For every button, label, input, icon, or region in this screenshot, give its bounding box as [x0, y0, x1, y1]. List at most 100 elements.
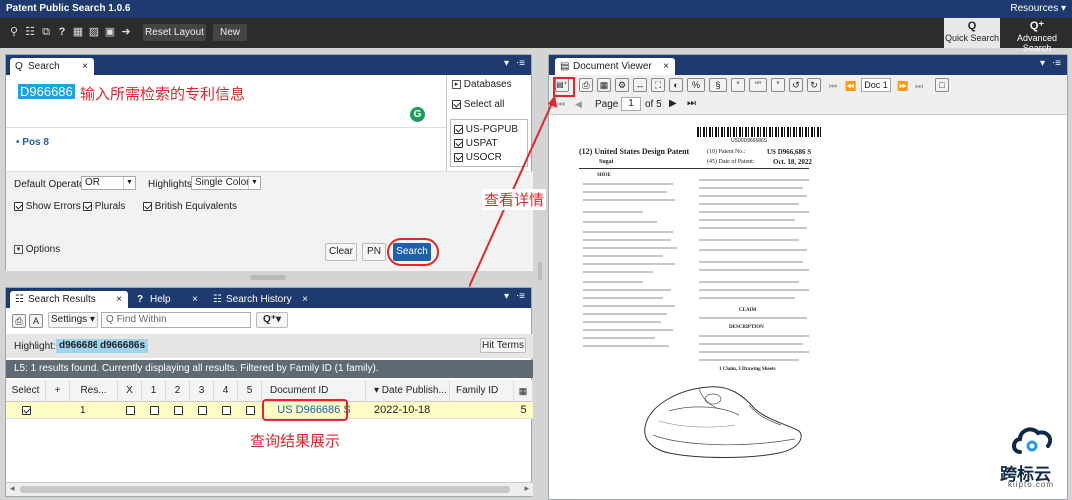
tab-search[interactable]: Q Search × — [10, 58, 94, 75]
viewer-tab-label: Document Viewer — [573, 61, 652, 72]
column-family-id[interactable]: Family ID — [450, 380, 514, 402]
document-icon[interactable]: ▣ — [104, 26, 116, 39]
highlight-term[interactable]: d966686 — [56, 339, 102, 353]
text-line — [699, 359, 799, 361]
scroll-right-icon[interactable]: ▸ — [524, 483, 529, 494]
next-page-icon[interactable]: ▶ — [669, 98, 677, 109]
find-within-input[interactable]: Q Find Within — [101, 312, 251, 328]
databases-header[interactable]: ▸ Databases — [452, 79, 512, 90]
last-doc-icon[interactable]: ⏭ — [915, 81, 923, 92]
tab-help[interactable]: ? Help × — [132, 291, 204, 308]
row-x-checkbox[interactable] — [118, 402, 142, 419]
quick-find-button[interactable]: Q⁺▾ — [256, 312, 288, 328]
column-date-published[interactable]: ▾ Date Publish... — [366, 380, 450, 402]
copy-icon[interactable]: ⧉ — [40, 26, 52, 39]
contrast-icon[interactable]: ◐ — [669, 78, 683, 92]
next-doc-icon[interactable]: ⏩ — [897, 81, 908, 92]
row-1-checkbox[interactable] — [142, 402, 166, 419]
column-add[interactable]: + — [46, 380, 70, 402]
column-select[interactable]: Select — [6, 380, 46, 402]
column-x[interactable]: X — [118, 380, 142, 402]
results-list-icon: ☷ — [15, 294, 24, 305]
close-quote-icon[interactable]: ” — [771, 78, 785, 92]
reset-layout-button[interactable]: Reset Layout — [143, 24, 206, 41]
close-icon[interactable]: × — [663, 58, 669, 75]
new-button[interactable]: New — [213, 24, 247, 41]
column-picker-icon[interactable]: ▦ — [514, 380, 533, 402]
scrollbar-thumb[interactable] — [20, 486, 510, 493]
default-operator-select[interactable]: OR ▼ — [81, 176, 136, 190]
row-4-checkbox[interactable] — [214, 402, 238, 419]
section-icon[interactable]: § — [709, 78, 727, 92]
note-icon[interactable]: ▨ — [88, 26, 100, 39]
advanced-magnifier-icon: Q⁺ — [1029, 20, 1045, 32]
tab-document-viewer[interactable]: ▤ Document Viewer × — [555, 58, 675, 75]
hit-terms-button[interactable]: Hit Terms — [480, 338, 526, 353]
splitter-handle[interactable] — [250, 275, 286, 280]
rotate-left-icon[interactable]: ↺ — [789, 78, 803, 92]
quote-pair-icon[interactable]: “” — [749, 78, 767, 92]
text-line — [699, 317, 807, 319]
close-icon[interactable]: × — [116, 291, 122, 308]
column-5[interactable]: 5 — [238, 380, 262, 402]
list-search-icon[interactable]: ☷ — [24, 26, 36, 39]
row-5-checkbox[interactable] — [238, 402, 262, 419]
panel-menu-icon[interactable]: ⋅≡ — [1052, 58, 1061, 69]
scroll-left-icon[interactable]: ◂ — [10, 483, 15, 494]
close-icon[interactable]: × — [82, 58, 88, 75]
last-page-icon[interactable]: ⏭ — [687, 98, 696, 109]
page-input[interactable]: 1 — [621, 97, 641, 111]
percent-icon[interactable]: % — [687, 78, 705, 92]
horizontal-scrollbar[interactable]: ◂ ▸ — [6, 482, 533, 496]
settings-gear-icon[interactable]: ⚙ — [615, 78, 629, 92]
tab-search-results[interactable]: ☷ Search Results × — [10, 291, 128, 308]
fit-page-icon[interactable]: ⛶ — [651, 78, 665, 92]
calendar-icon[interactable]: ▦ — [72, 26, 84, 39]
prev-doc-icon[interactable]: ⏪ — [845, 81, 856, 92]
query-annotation: 输入所需检索的专利信息 — [80, 86, 246, 103]
column-1[interactable]: 1 — [142, 380, 166, 402]
note-icon[interactable]: □ — [935, 78, 949, 92]
tab-search-history[interactable]: ☷ Search History × — [208, 291, 314, 308]
rotate-right-icon[interactable]: ↻ — [807, 78, 821, 92]
chevron-down-icon[interactable]: ▾ — [504, 58, 509, 69]
prev-page-icon[interactable]: ◀ — [575, 99, 582, 110]
close-icon[interactable]: × — [302, 291, 308, 308]
query-input[interactable]: D966686 — [16, 83, 77, 100]
help-icon[interactable]: ? — [56, 26, 68, 39]
highlights-select[interactable]: Single Color ▼ — [191, 176, 261, 190]
first-doc-icon[interactable]: ⏮ — [829, 81, 837, 92]
show-errors-checkbox[interactable]: Show Errors — [14, 201, 81, 212]
column-4[interactable]: 4 — [214, 380, 238, 402]
row-3-checkbox[interactable] — [190, 402, 214, 419]
settings-button[interactable]: Settings ▾ — [48, 312, 98, 328]
advanced-search-button[interactable]: Q⁺ Advanced Search — [1002, 18, 1072, 53]
column-result[interactable]: Res... — [70, 380, 118, 402]
open-quote-icon[interactable]: “ — [731, 78, 745, 92]
font-size-icon[interactable]: A — [29, 314, 43, 328]
quick-search-button[interactable]: Q Quick Search — [944, 18, 1000, 48]
resources-menu[interactable]: Resources ▾ — [1010, 3, 1066, 14]
panel-menu-icon[interactable]: ⋅≡ — [516, 58, 525, 69]
search-icon[interactable]: ⚲ — [8, 26, 20, 39]
pn-button[interactable]: PN — [362, 243, 386, 261]
chevron-down-icon[interactable]: ▾ — [1040, 58, 1045, 69]
grammarly-icon[interactable]: G — [410, 107, 425, 122]
options-toggle[interactable]: ▾ Options — [14, 244, 60, 255]
print-icon[interactable]: ⎙ — [12, 314, 26, 328]
query-text: D966686 — [18, 84, 75, 99]
close-icon[interactable]: × — [192, 291, 198, 308]
lightning-icon[interactable]: ➜ — [120, 26, 132, 39]
column-3[interactable]: 3 — [190, 380, 214, 402]
highlight-term[interactable]: d966686s — [97, 339, 149, 353]
plurals-checkbox[interactable]: Plurals — [83, 201, 125, 212]
row-select-checkbox[interactable] — [6, 402, 46, 419]
column-2[interactable]: 2 — [166, 380, 190, 402]
row-2-checkbox[interactable] — [166, 402, 190, 419]
save-icon[interactable]: ▦ — [597, 78, 611, 92]
doc-number[interactable]: Doc 1 — [861, 78, 891, 92]
print-icon[interactable]: ⎙ — [579, 78, 593, 92]
clear-button[interactable]: Clear — [325, 243, 357, 261]
british-equivalents-checkbox[interactable]: British Equivalents — [143, 201, 237, 212]
fit-width-icon[interactable]: ↔ — [633, 78, 647, 92]
